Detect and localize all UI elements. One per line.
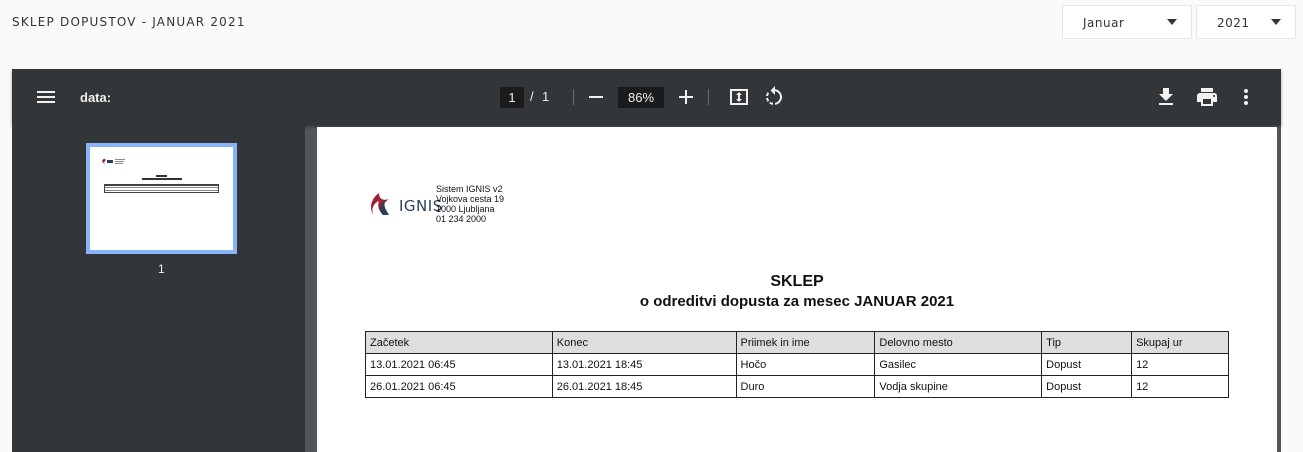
address-line: Sistem IGNIS v2 — [436, 184, 503, 194]
download-icon[interactable] — [1154, 85, 1178, 109]
table-cell: Vodja skupine — [874, 375, 1043, 398]
column-header: Začetek — [365, 331, 553, 354]
address-line: 01 234 2000 — [436, 214, 487, 224]
table-cell: Gasilec — [874, 353, 1043, 376]
chevron-down-icon — [1167, 19, 1177, 25]
column-header: Priimek in ime — [735, 331, 876, 354]
table-row: 26.01.2021 06:45 26.01.2021 18:45 Duro V… — [365, 375, 1229, 398]
pdf-viewer: data: 1 / 1 86% 1 IGNIS Sistem IGNIS v2 … — [12, 69, 1281, 452]
page-thumbnail[interactable] — [86, 143, 237, 254]
address-line: 1000 Ljubljana — [436, 204, 495, 214]
document-heading: SKLEP — [770, 273, 824, 290]
table-header-row: Začetek Konec Priimek in ime Delovno mes… — [365, 331, 1229, 354]
table-cell: 12 — [1131, 375, 1229, 398]
page-total: 1 — [542, 89, 550, 104]
more-icon[interactable] — [1234, 85, 1258, 109]
month-select-value: Januar — [1083, 16, 1125, 30]
pdf-toolbar: data: 1 / 1 86% — [12, 69, 1281, 125]
address-line: Vojkova cesta 19 — [436, 194, 505, 204]
table-cell: 13.01.2021 06:45 — [365, 353, 553, 376]
zoom-out-icon[interactable] — [584, 85, 608, 109]
table-row: 13.01.2021 06:45 13.01.2021 18:45 Hočo G… — [365, 353, 1229, 376]
month-select[interactable]: Januar — [1062, 5, 1192, 39]
page-number-input[interactable]: 1 — [500, 87, 524, 108]
fit-page-icon[interactable] — [727, 85, 751, 109]
top-bar: SKLEP DOPUSTOV - JANUAR 2021 Januar 2021 — [0, 0, 1303, 44]
table-cell: Hočo — [735, 353, 876, 376]
leave-table: Začetek Konec Priimek in ime Delovno mes… — [365, 331, 1229, 398]
rotate-icon[interactable] — [762, 85, 786, 109]
thumbnail-sidebar: 1 — [12, 125, 305, 452]
table-cell: Duro — [735, 375, 876, 398]
document-subheading: o odreditvi dopusta za mesec JANUAR 2021 — [639, 293, 955, 310]
page-title: SKLEP DOPUSTOV - JANUAR 2021 — [12, 15, 246, 29]
zoom-input[interactable]: 86% — [618, 87, 664, 108]
table-cell: Dopust — [1041, 375, 1133, 398]
table-cell: 12 — [1131, 353, 1229, 376]
year-select-value: 2021 — [1217, 16, 1250, 30]
column-header: Konec — [551, 331, 737, 354]
table-cell: 13.01.2021 18:45 — [551, 353, 737, 376]
pdf-page: IGNIS Sistem IGNIS v2 Vojkova cesta 19 1… — [317, 127, 1277, 452]
table-cell: Dopust — [1041, 353, 1133, 376]
thumbnail-preview — [94, 151, 229, 246]
menu-icon[interactable] — [34, 85, 58, 109]
column-header: Skupaj ur — [1131, 331, 1229, 354]
column-header: Delovno mesto — [874, 331, 1043, 354]
print-icon[interactable] — [1195, 85, 1219, 109]
document-title: data: — [80, 90, 112, 105]
zoom-in-icon[interactable] — [674, 85, 698, 109]
thumbnail-page-number: 1 — [158, 262, 165, 276]
company-address: Sistem IGNIS v2 Vojkova cesta 19 1000 Lj… — [436, 184, 504, 224]
toolbar-divider — [573, 89, 574, 105]
chevron-down-icon — [1271, 19, 1281, 25]
toolbar-divider — [708, 89, 709, 105]
column-header: Tip — [1041, 331, 1133, 354]
table-cell: 26.01.2021 06:45 — [365, 375, 553, 398]
year-select[interactable]: 2021 — [1196, 5, 1296, 39]
table-cell: 26.01.2021 18:45 — [551, 375, 737, 398]
page-separator: / — [530, 89, 534, 104]
